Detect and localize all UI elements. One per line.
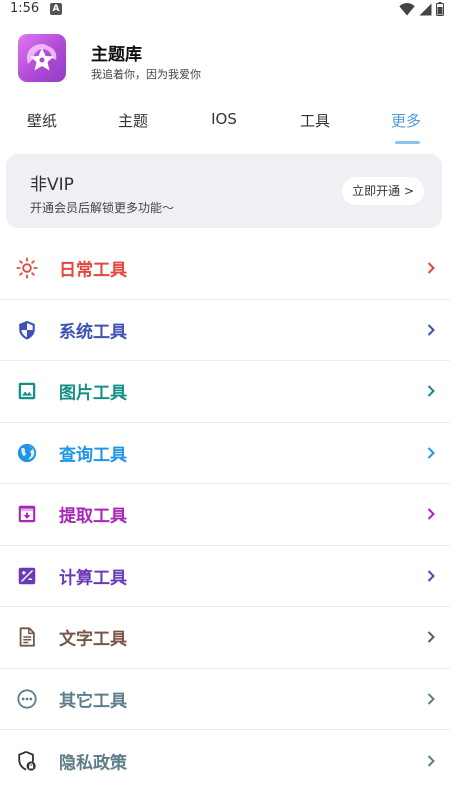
chevron-right-icon: [427, 693, 435, 705]
menu-label: 隐私政策: [59, 753, 127, 774]
signal-icon: [419, 3, 432, 15]
menu-item-daily-tools[interactable]: 日常工具: [0, 238, 450, 300]
status-bar: 1:56 A: [0, 0, 450, 20]
star-logo-icon: [26, 44, 57, 71]
menu-item-system-tools[interactable]: 系统工具: [0, 300, 450, 361]
menu-item-text-tools[interactable]: 文字工具: [0, 607, 450, 669]
document-icon: [19, 627, 35, 647]
activate-vip-button[interactable]: 立即开通 >: [342, 177, 424, 205]
tab-ios[interactable]: IOS: [211, 110, 237, 128]
chevron-right-icon: [427, 508, 435, 520]
chevron-right-icon: [427, 447, 435, 459]
shield-icon: [19, 320, 35, 340]
notification-icon: A: [50, 3, 62, 15]
battery-icon: [436, 2, 444, 16]
menu-item-other-tools[interactable]: 其它工具: [0, 669, 450, 730]
menu-item-query-tools[interactable]: 查询工具: [0, 423, 450, 484]
menu-label: 计算工具: [59, 568, 127, 589]
privacy-icon: [18, 750, 36, 771]
vip-status-title: 非VIP: [30, 175, 74, 195]
app-title: 主题库: [91, 45, 142, 65]
menu-label: 查询工具: [59, 445, 127, 466]
tab-wallpaper[interactable]: 壁纸: [27, 110, 57, 131]
menu-label: 图片工具: [59, 383, 127, 404]
menu-label: 系统工具: [59, 322, 127, 343]
calculator-icon: [18, 567, 36, 584]
tab-theme[interactable]: 主题: [118, 110, 148, 131]
image-icon: [18, 383, 36, 400]
menu-label: 提取工具: [59, 506, 127, 527]
wifi-icon: [399, 2, 415, 15]
chevron-right-icon: [427, 570, 435, 582]
chevron-right-icon: [427, 755, 435, 767]
app-header: 主题库 我追着你，因为我爱你: [0, 28, 450, 88]
archive-icon: [18, 506, 36, 523]
tab-indicator: [395, 141, 420, 144]
status-time: 1:56: [10, 1, 40, 16]
tab-more[interactable]: 更多: [391, 110, 421, 131]
menu-item-image-tools[interactable]: 图片工具: [0, 361, 450, 423]
app-subtitle: 我追着你，因为我爱你: [91, 68, 201, 81]
app-logo: [18, 34, 66, 82]
menu-label: 其它工具: [59, 691, 127, 712]
status-icons: [399, 2, 444, 16]
chevron-right-icon: [427, 324, 435, 336]
vip-description: 开通会员后解锁更多功能～: [30, 201, 175, 215]
tab-bar: 壁纸 主题 IOS 工具 更多: [0, 104, 450, 144]
chevron-right-icon: [427, 631, 435, 643]
menu-item-privacy-policy[interactable]: 隐私政策: [0, 730, 450, 792]
menu-item-extract-tools[interactable]: 提取工具: [0, 484, 450, 546]
menu-label: 文字工具: [59, 629, 127, 650]
tool-menu-list: 日常工具 系统工具 图片工具 查询工具 提取工具 计算工具 文字工具 其它工具 …: [0, 238, 450, 792]
sun-icon: [16, 257, 38, 279]
more-icon: [17, 689, 37, 709]
vip-card: 非VIP 开通会员后解锁更多功能～ 立即开通 >: [6, 154, 442, 228]
menu-label: 日常工具: [59, 260, 127, 281]
menu-item-calculation-tools[interactable]: 计算工具: [0, 546, 450, 607]
globe-icon: [17, 443, 37, 462]
tab-tools[interactable]: 工具: [300, 110, 330, 131]
chevron-right-icon: [427, 262, 435, 274]
chevron-right-icon: [427, 385, 435, 397]
